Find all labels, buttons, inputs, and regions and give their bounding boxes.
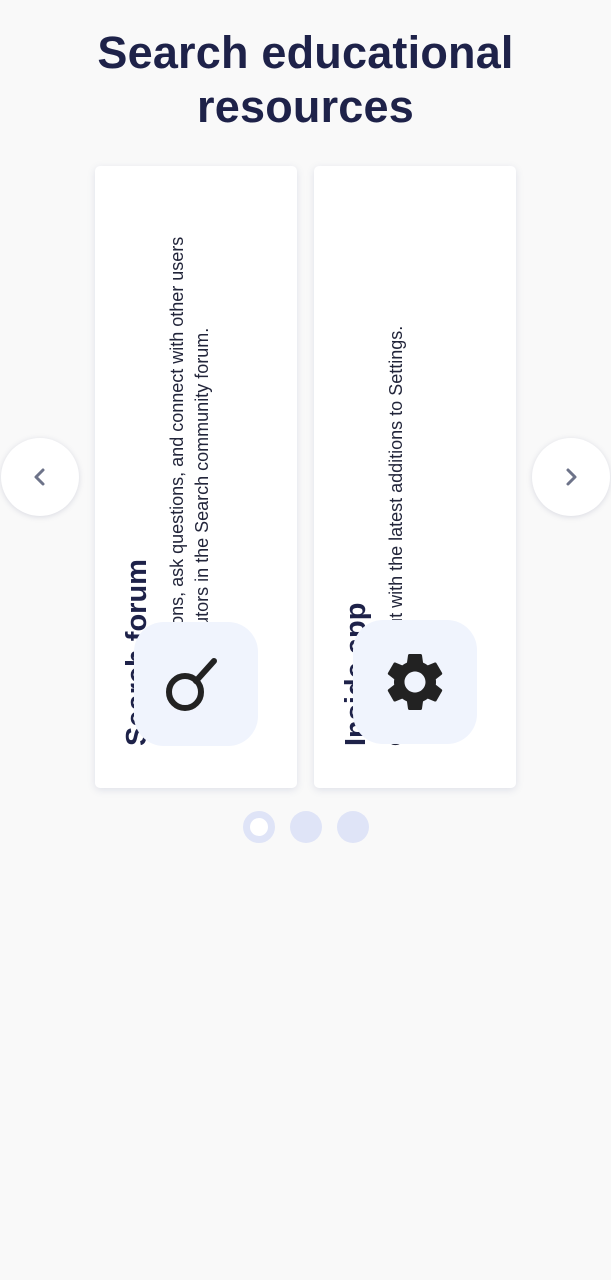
chevron-right-icon bbox=[566, 468, 577, 486]
page-title: Search educational resources bbox=[97, 27, 514, 132]
icon-tile bbox=[353, 620, 477, 744]
gear-icon bbox=[387, 654, 443, 710]
chevron-left-icon bbox=[34, 468, 45, 486]
carousel-pagination bbox=[243, 811, 369, 843]
search-icon bbox=[166, 658, 217, 711]
carousel-prev-button[interactable] bbox=[1, 438, 79, 516]
carousel-next-button[interactable] bbox=[532, 438, 610, 516]
pagination-dot-1[interactable] bbox=[243, 811, 275, 843]
page: Search educational resources Search foru… bbox=[0, 0, 611, 1280]
card-inside-app[interactable]: Inside app Get the most out with the lat… bbox=[314, 166, 516, 788]
card-search-forum[interactable]: Search forum Share suggestions, ask ques… bbox=[95, 166, 297, 788]
pagination-dot-3[interactable] bbox=[337, 811, 369, 843]
pagination-dot-2[interactable] bbox=[290, 811, 322, 843]
icon-tile bbox=[134, 622, 258, 746]
